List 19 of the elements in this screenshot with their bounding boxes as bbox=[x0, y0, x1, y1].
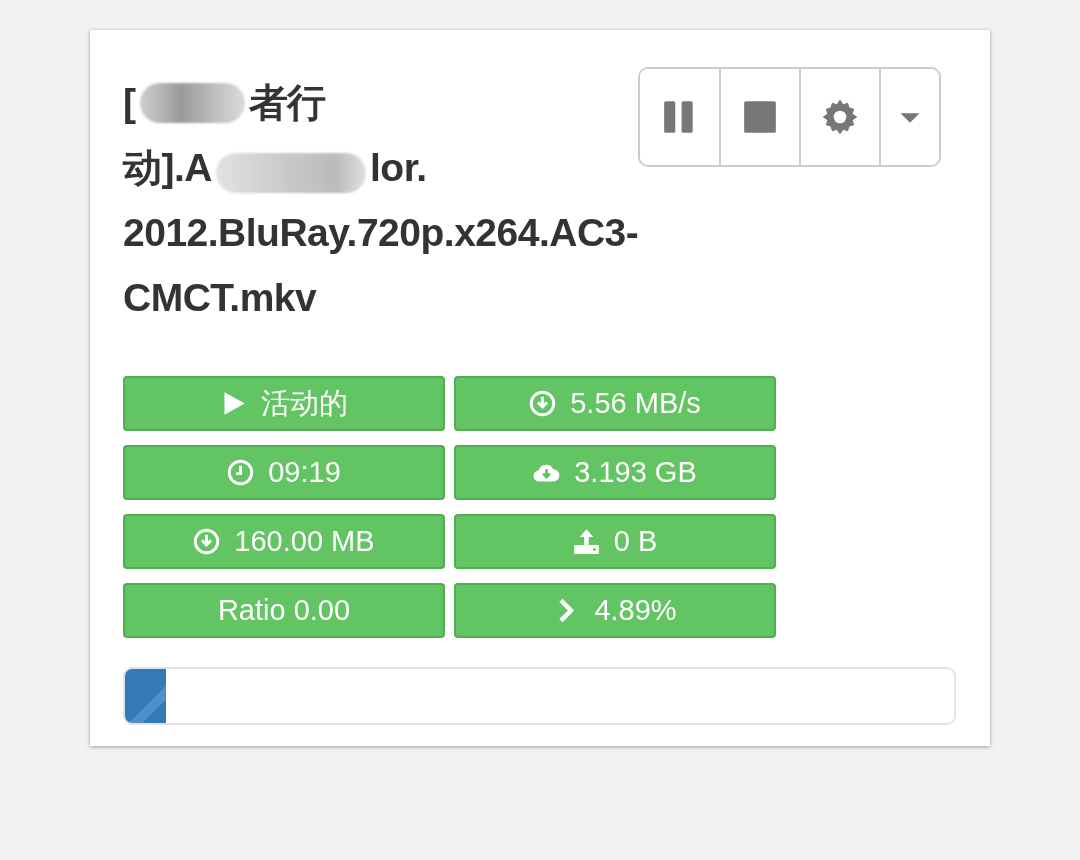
settings-icon bbox=[821, 98, 860, 136]
status-label: 09:19 bbox=[123, 445, 445, 500]
clock-icon bbox=[227, 459, 255, 486]
file-name-text: CMCT.mkv bbox=[123, 275, 317, 321]
file-name-text: 动].A bbox=[123, 145, 212, 191]
file-name-text: [ bbox=[123, 80, 136, 126]
file-name-text: 者行 bbox=[248, 80, 326, 126]
status-label: 0 B bbox=[454, 514, 776, 569]
download-icon bbox=[193, 528, 221, 555]
status-label: 160.00 MB bbox=[123, 514, 445, 569]
status-label: Ratio 0.00 bbox=[123, 583, 445, 638]
upload-icon bbox=[572, 528, 600, 555]
file-name-text: lor. bbox=[370, 145, 427, 191]
status-label: 3.193 GB bbox=[454, 445, 776, 500]
status-label: 活动的 bbox=[123, 376, 445, 431]
status-label: 5.56 MB/s bbox=[454, 376, 776, 431]
file-name-text: 2012.BluRay.720p.x264.AC3- bbox=[123, 210, 639, 256]
download-icon bbox=[529, 390, 557, 417]
status-label: 4.89% bbox=[454, 583, 776, 638]
